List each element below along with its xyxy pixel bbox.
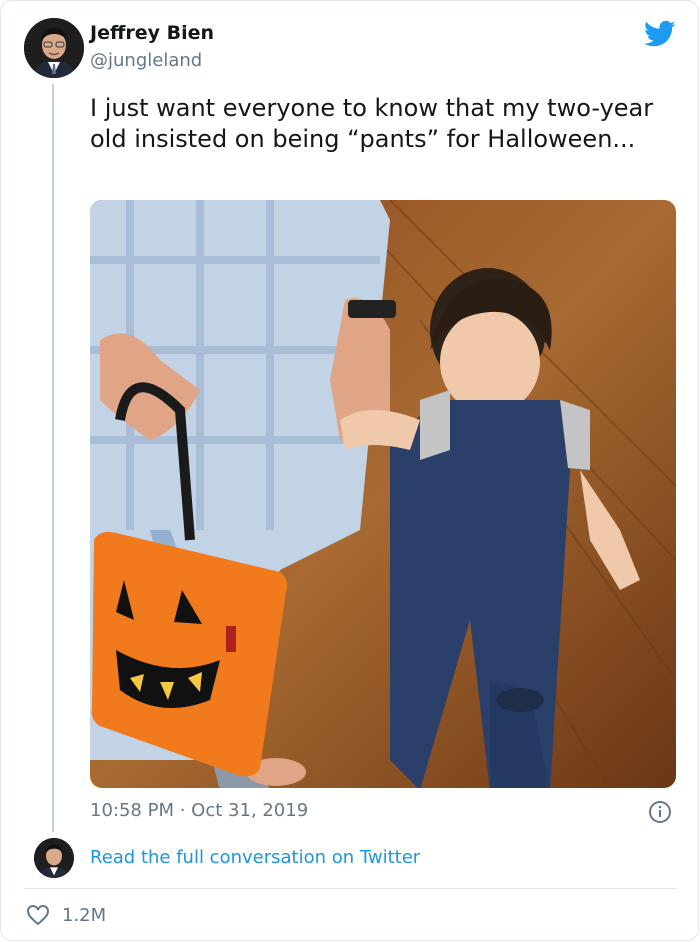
author-handle[interactable]: @jungleland [90, 50, 202, 71]
info-icon[interactable] [648, 800, 672, 824]
heart-icon[interactable] [26, 903, 50, 927]
author-avatar[interactable] [24, 18, 84, 78]
twitter-bird-icon[interactable] [644, 20, 676, 48]
like-count: 1.2M [62, 904, 107, 926]
author-avatar-small[interactable] [34, 838, 74, 878]
divider [24, 888, 677, 889]
read-conversation-link[interactable]: Read the full conversation on Twitter [90, 847, 420, 868]
tweet-timestamp[interactable]: 10:58 PM · Oct 31, 2019 [90, 800, 308, 821]
thread-line [52, 84, 54, 832]
tweet-text: I just want everyone to know that my two… [90, 94, 654, 153]
tweet-photo[interactable] [90, 200, 676, 788]
like-button[interactable]: 1.2M [26, 903, 106, 927]
author-name[interactable]: Jeffrey Bien [90, 22, 214, 44]
